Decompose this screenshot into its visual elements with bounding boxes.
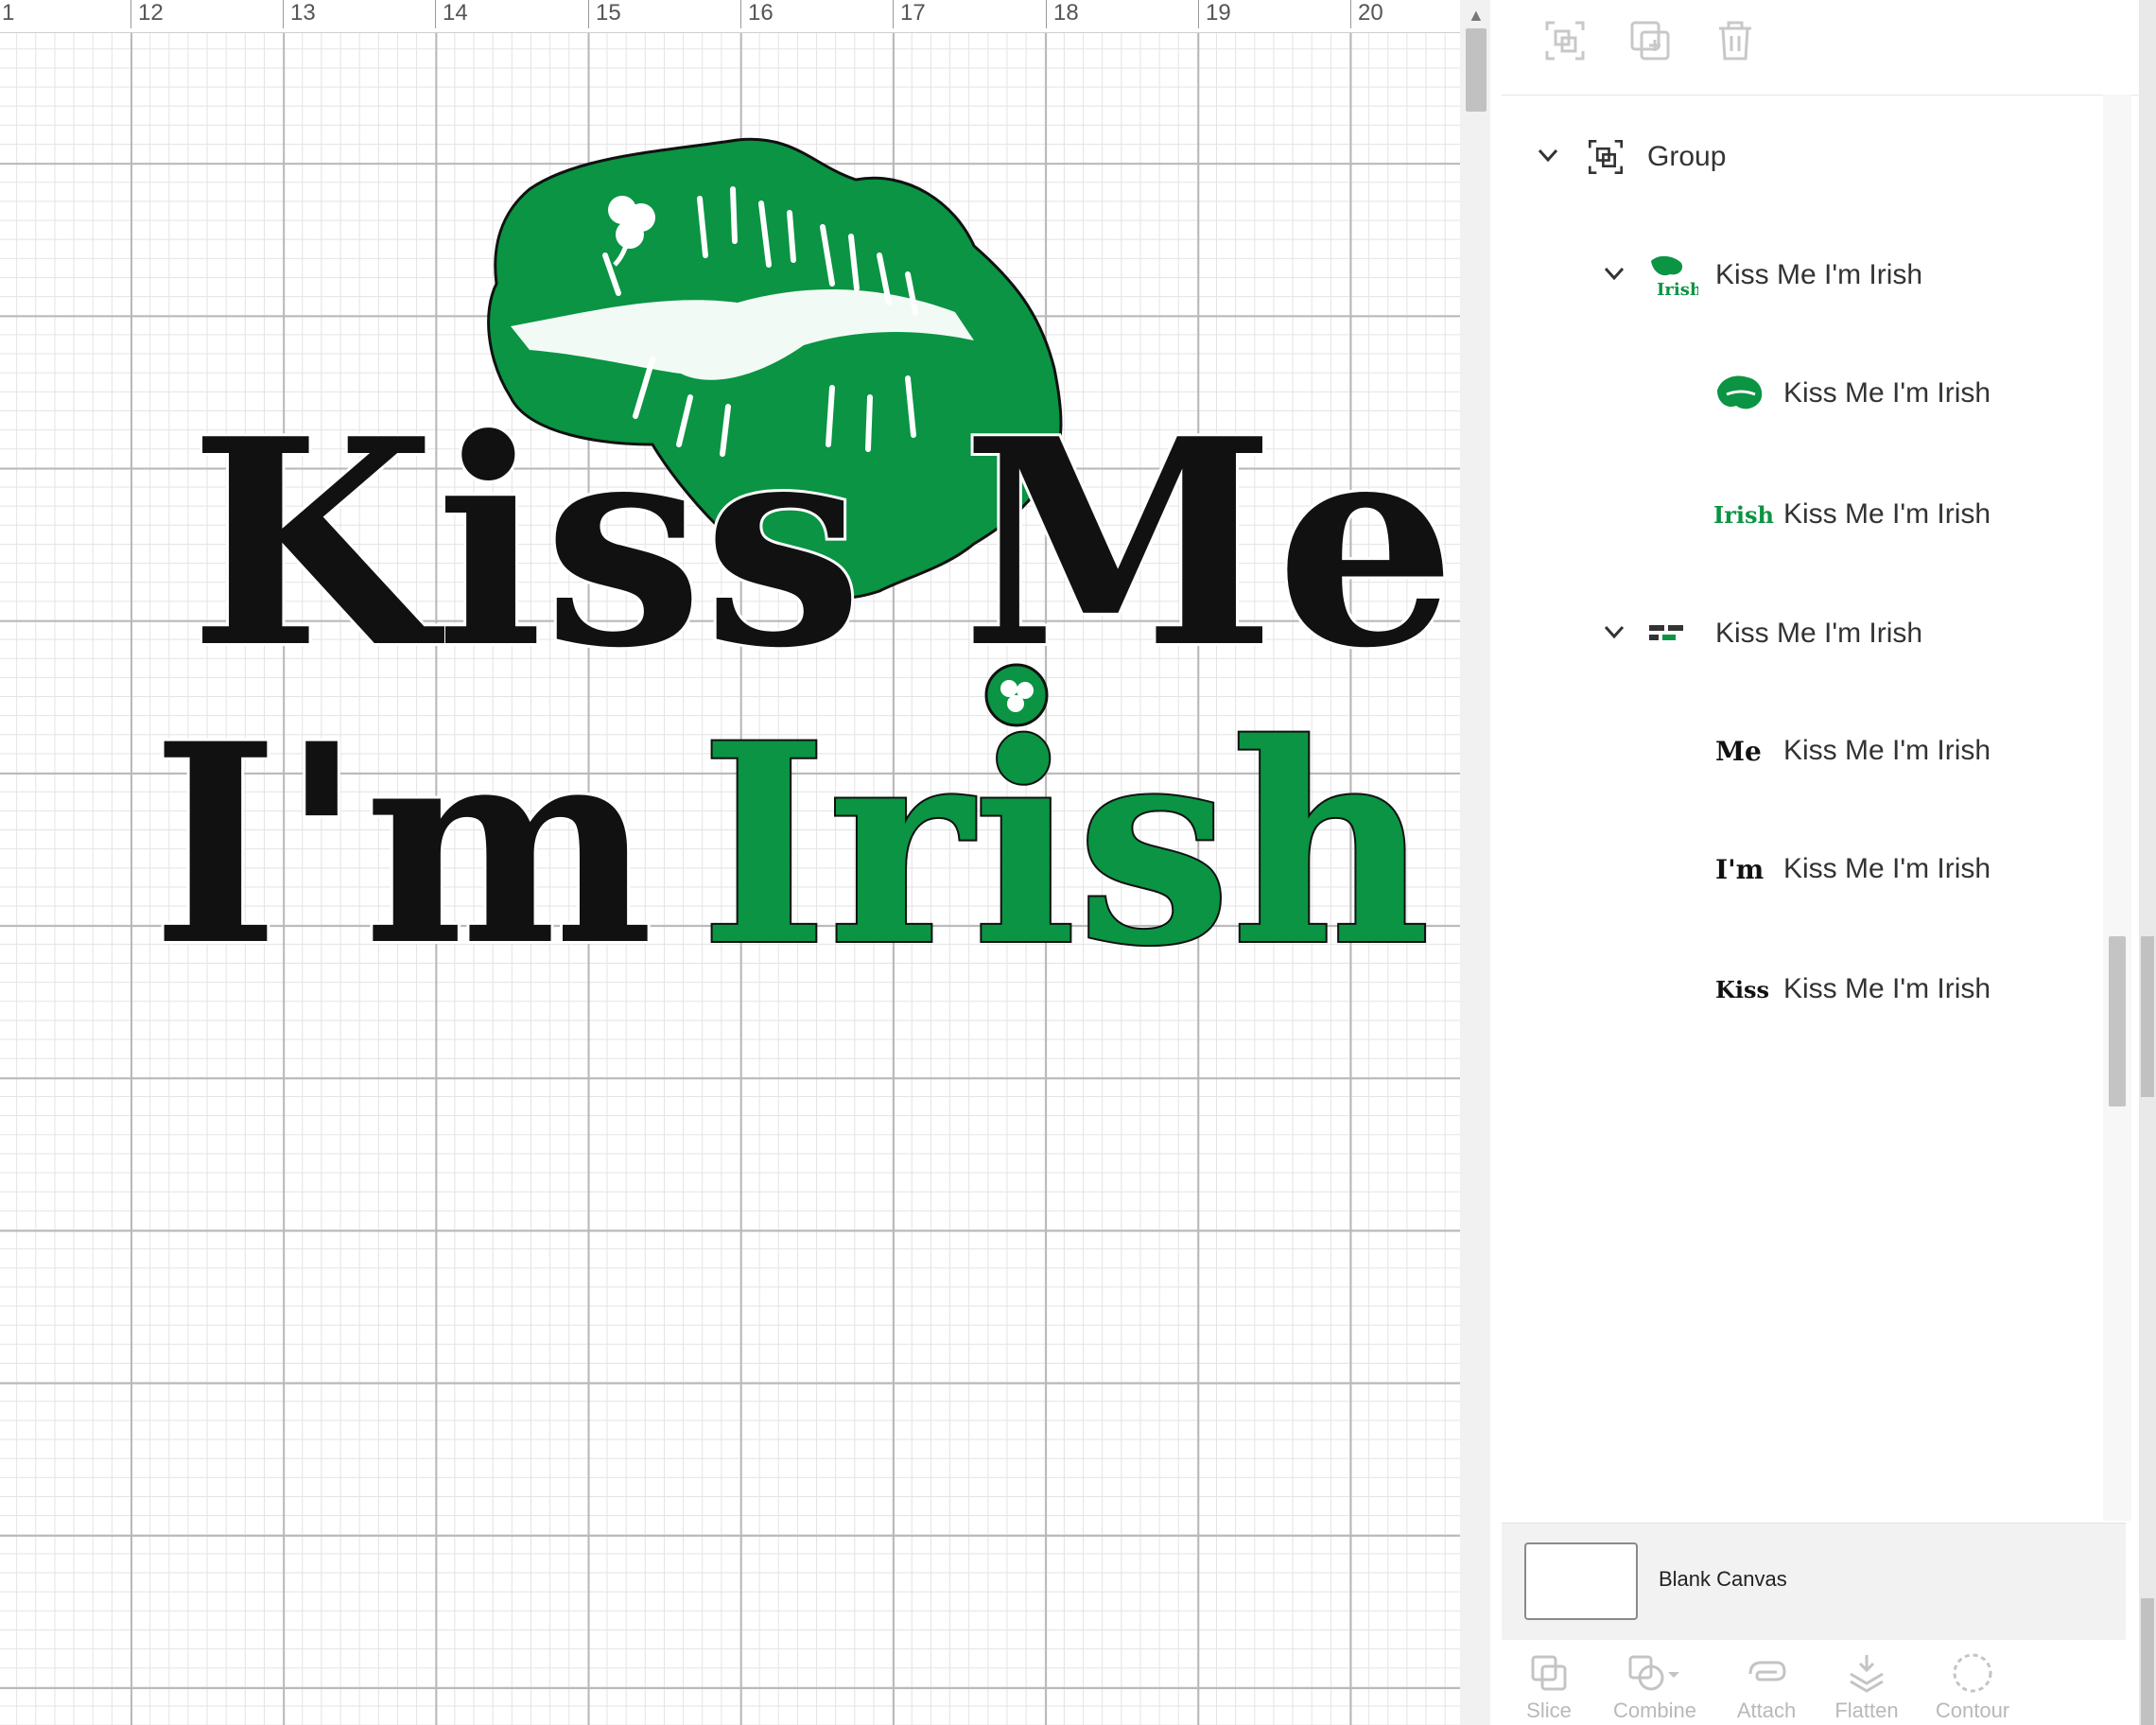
- ruler-tick: [1350, 0, 1351, 28]
- canvas-label: Blank Canvas: [1659, 1567, 1787, 1591]
- scrollbar-thumb[interactable]: [2141, 936, 2154, 1097]
- ruler-tick: [435, 0, 436, 28]
- kiss-me-irish-design[interactable]: Kiss Me I'm Irish: [0, 0, 1460, 1040]
- layer-label: Kiss Me I'm Irish: [1783, 377, 1991, 409]
- ruler-tick: [283, 0, 284, 28]
- ruler-tick: [1198, 0, 1199, 28]
- layer-thumbnail: Irish: [1713, 500, 1774, 529]
- flatten-icon: [1850, 1655, 1884, 1693]
- ruler-tick: [588, 0, 589, 28]
- delete-icon[interactable]: [1712, 17, 1759, 64]
- window-scrollbar[interactable]: [2139, 0, 2156, 1725]
- tool-label: Combine: [1612, 1699, 1697, 1722]
- layer-thumbnail: I'm: [1715, 853, 1765, 885]
- ruler-label: 15: [596, 0, 621, 26]
- ruler-label: 16: [748, 0, 774, 26]
- layer-label: Kiss Me I'm Irish: [1715, 618, 1923, 649]
- ruler-label: 14: [443, 0, 468, 26]
- tool-label: Attach: [1736, 1699, 1797, 1722]
- svg-text:Irish: Irish: [1657, 280, 1698, 299]
- lips-thumbnail-icon: [1713, 370, 1766, 417]
- slice-button[interactable]: Slice: [1502, 1640, 1596, 1725]
- design-text-im[interactable]: I'm: [148, 682, 656, 1009]
- ruler-tick: [893, 0, 894, 28]
- design-canvas[interactable]: 1 12 13 14 15 16 17 18 19 20 Kiss Me I'm…: [0, 0, 1460, 1725]
- layers-panel: Group Irish Kiss Me I'm Irish Kiss Me I'…: [1502, 0, 2156, 1725]
- ruler-tick: [740, 0, 741, 28]
- layer-label: Kiss Me I'm Irish: [1783, 498, 1991, 530]
- ruler-label: 19: [1206, 0, 1231, 26]
- layer-item[interactable]: Kiss Kiss Me I'm Irish: [1502, 952, 2103, 1028]
- combine-button[interactable]: Combine: [1608, 1640, 1702, 1725]
- scrollbar-thumb[interactable]: [2141, 1598, 2154, 1725]
- layer-subgroup-2[interactable]: Kiss Me I'm Irish: [1502, 597, 2103, 672]
- layer-thumbnail: Me: [1715, 735, 1762, 767]
- group-icon[interactable]: [1541, 17, 1589, 64]
- ruler-tick: [1046, 0, 1047, 28]
- layer-thumbnail: [1645, 610, 1698, 657]
- layer-thumbnail: Irish: [1645, 252, 1698, 299]
- tool-label: Flatten: [1834, 1699, 1899, 1722]
- shamrock-icon: [984, 663, 1049, 727]
- flatten-button[interactable]: Flatten: [1819, 1640, 1914, 1725]
- layer-item[interactable]: Kiss Me I'm Irish: [1502, 357, 2103, 432]
- chevron-down-icon[interactable]: [1600, 259, 1628, 288]
- ruler-label: 12: [138, 0, 164, 26]
- layer-label: Kiss Me I'm Irish: [1783, 973, 1991, 1004]
- combine-icon: [1628, 1655, 1679, 1691]
- layer-label: Kiss Me I'm Irish: [1783, 853, 1991, 884]
- contour-button[interactable]: Contour: [1925, 1640, 2020, 1725]
- horizontal-ruler: 1 12 13 14 15 16 17 18 19 20: [0, 0, 1460, 33]
- layer-thumbnail: Kiss: [1715, 975, 1769, 1003]
- canvas-vertical-scrollbar[interactable]: ▲: [1460, 0, 1490, 1725]
- tool-label: Contour: [1935, 1699, 2010, 1722]
- ruler-label: 17: [900, 0, 926, 26]
- duplicate-icon[interactable]: [1626, 17, 1674, 64]
- ruler-label: 1: [2, 0, 15, 26]
- contour-icon: [1953, 1653, 1992, 1693]
- group-icon: [1585, 133, 1626, 181]
- layers-toolbar: [1502, 0, 2156, 96]
- ruler-label: 20: [1358, 0, 1383, 26]
- slice-icon: [1531, 1655, 1567, 1691]
- chevron-down-icon[interactable]: [1534, 141, 1562, 169]
- canvas-swatch[interactable]: [1524, 1542, 1638, 1620]
- layer-group[interactable]: Group: [1502, 120, 2103, 196]
- layer-item[interactable]: Me Kiss Me I'm Irish: [1502, 714, 2103, 790]
- scroll-up-icon[interactable]: ▲: [1468, 6, 1485, 26]
- design-text-irish[interactable]: Irish: [698, 683, 1433, 1008]
- design-text-kiss-me[interactable]: Kiss Me: [186, 374, 1459, 713]
- chevron-down-icon[interactable]: [1600, 618, 1628, 646]
- canvas-selector[interactable]: Blank Canvas: [1502, 1523, 2126, 1641]
- tool-label: Slice: [1526, 1699, 1572, 1722]
- layer-label: Group: [1647, 141, 1727, 172]
- ruler-tick: [130, 0, 131, 28]
- ruler-label: 13: [290, 0, 316, 26]
- layers-scrollbar[interactable]: [2103, 95, 2131, 1521]
- scrollbar-thumb[interactable]: [1466, 28, 1487, 112]
- ruler-label: 18: [1053, 0, 1079, 26]
- attach-icon: [1748, 1661, 1786, 1681]
- layer-subgroup-1[interactable]: Irish Kiss Me I'm Irish: [1502, 238, 2103, 314]
- attach-button[interactable]: Attach: [1719, 1640, 1814, 1725]
- bottom-toolbar: Slice Combine Attach Flatten Contour: [1502, 1640, 2126, 1725]
- layers-list: Group Irish Kiss Me I'm Irish Kiss Me I'…: [1502, 95, 2103, 1521]
- layer-label: Kiss Me I'm Irish: [1783, 735, 1991, 766]
- layer-label: Kiss Me I'm Irish: [1715, 259, 1923, 290]
- scrollbar-thumb[interactable]: [2109, 936, 2126, 1106]
- layer-item[interactable]: Irish Kiss Me I'm Irish: [1502, 478, 2103, 553]
- layer-item[interactable]: I'm Kiss Me I'm Irish: [1502, 832, 2103, 908]
